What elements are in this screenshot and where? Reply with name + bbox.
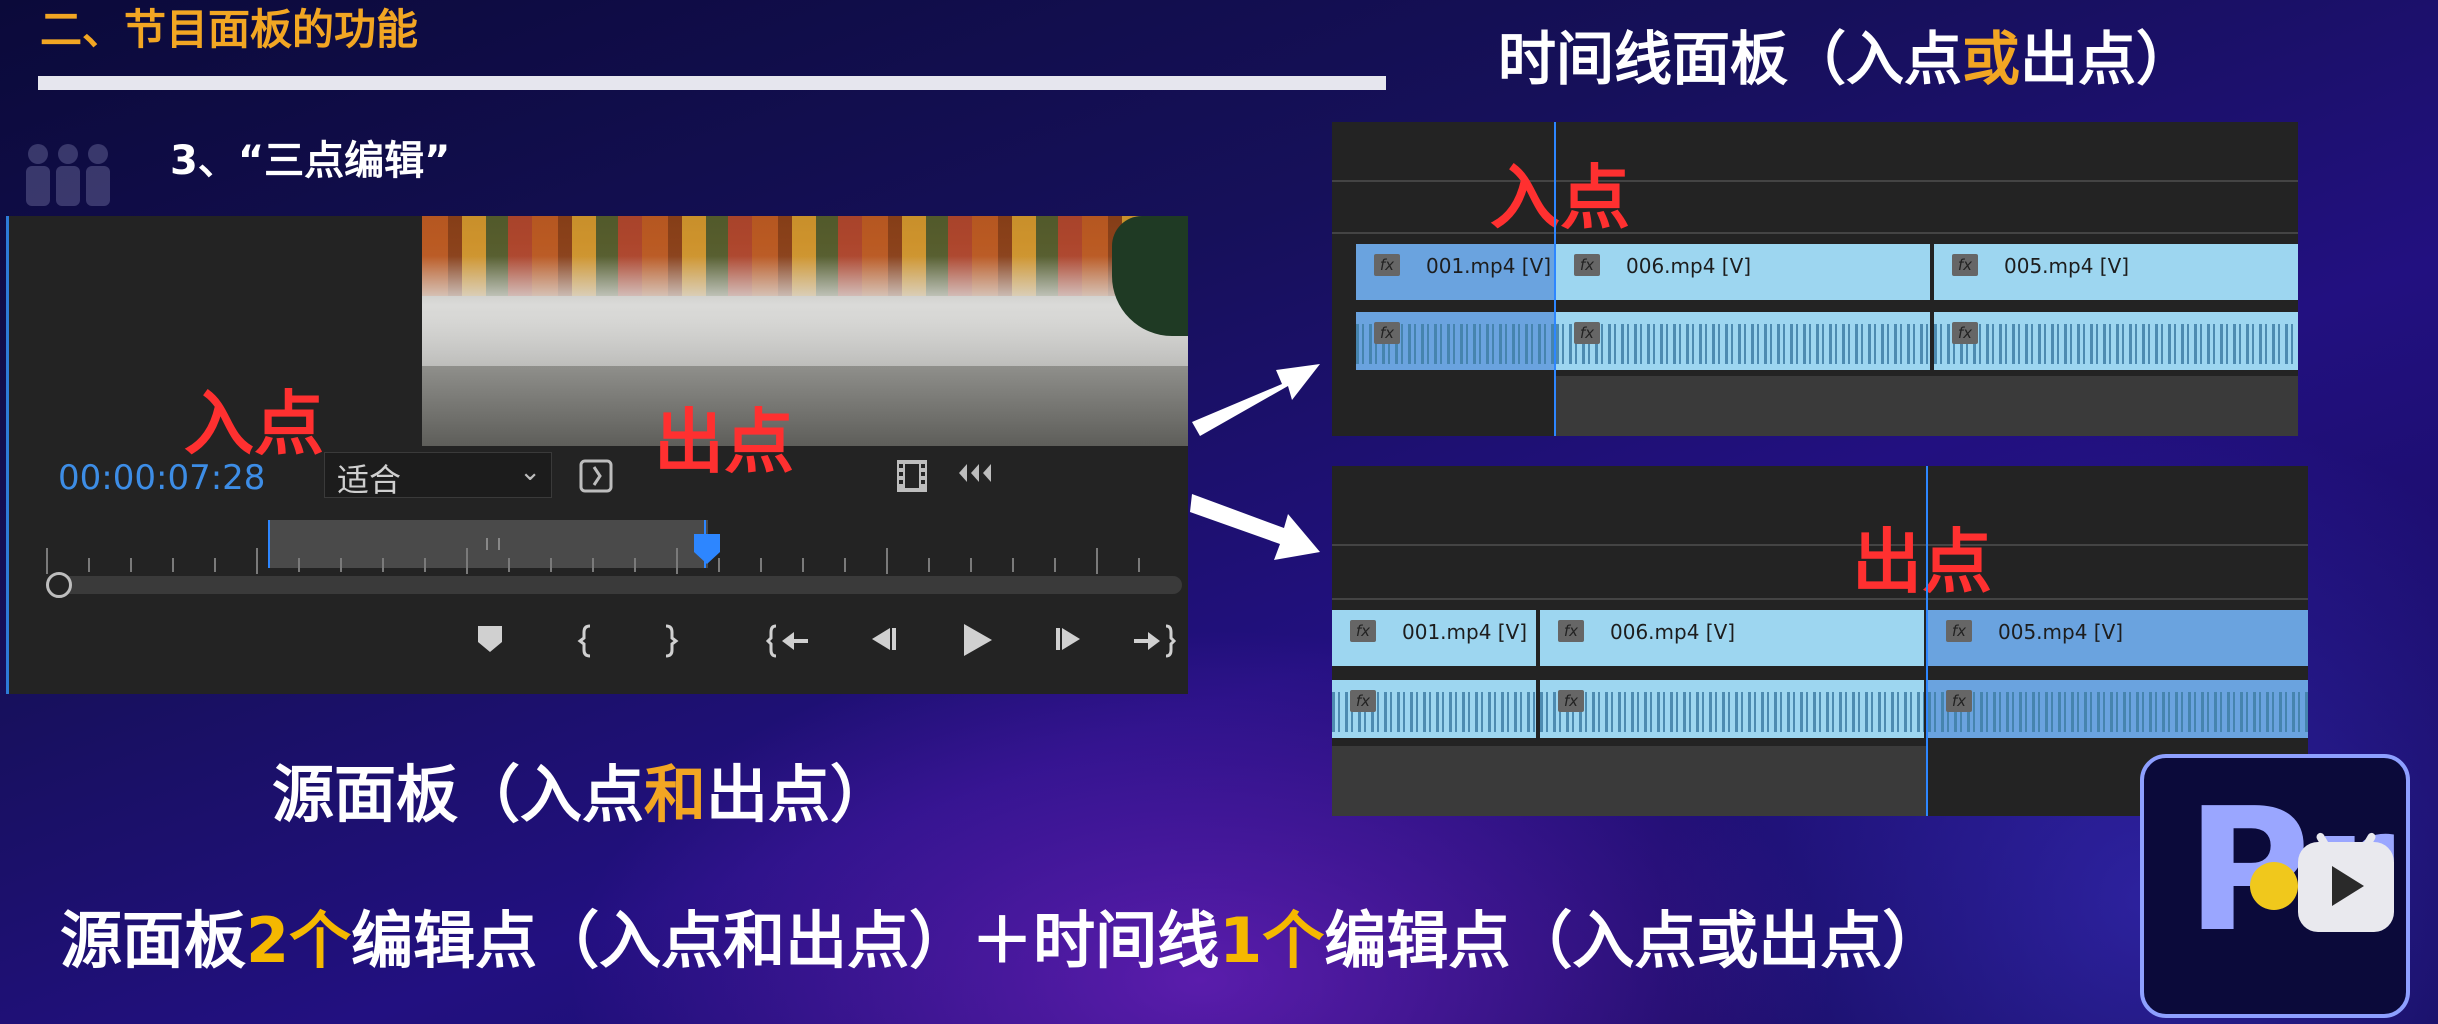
play-icon[interactable] <box>954 620 998 664</box>
summary-part-3: 编辑点（入点或出点） <box>1324 904 1945 977</box>
preview-water <box>422 366 1188 446</box>
logo-dot <box>2250 862 2298 910</box>
time-ruler[interactable] <box>36 536 1186 576</box>
step-back-icon[interactable] <box>860 624 904 664</box>
audio-waveform-icon[interactable] <box>954 458 998 498</box>
clip-name: 005.mp4 [V] <box>2004 254 2130 278</box>
fx-badge: fx <box>1946 620 1972 642</box>
empty-track-area <box>1332 746 1926 816</box>
empty-track-area <box>1556 376 2298 436</box>
subtitle: 3、“三点编辑” <box>170 138 451 184</box>
fx-badge: fx <box>1350 620 1376 642</box>
summary-part-1: 源面板 <box>60 904 247 977</box>
arrow-to-top-timeline-icon <box>1192 364 1320 436</box>
preview-mist <box>422 256 1188 366</box>
timeline-out-label: 出点 <box>1852 521 1992 603</box>
timeline-heading-pre: 时间线面板（入点 <box>1498 25 1963 93</box>
fx-badge: fx <box>1374 322 1400 344</box>
timeline-heading: 时间线面板（入点或出点） <box>1498 12 2194 96</box>
bilibili-play-icon[interactable] <box>2298 831 2394 932</box>
chevron-down-icon: ⌄ <box>519 457 541 487</box>
video-clip-006[interactable]: fx 006.mp4 [V] <box>1540 610 1924 666</box>
zoom-scroll-handle[interactable] <box>46 572 72 598</box>
clip-name: 006.mp4 [V] <box>1626 254 1752 278</box>
arrow-to-bottom-timeline-icon <box>1190 494 1320 560</box>
clip-name: 006.mp4 [V] <box>1610 620 1736 644</box>
video-preview <box>422 216 1188 446</box>
zoom-select[interactable]: 适合 ⌄ <box>324 452 552 499</box>
film-icon[interactable] <box>892 458 932 498</box>
fx-badge: fx <box>1558 690 1584 712</box>
step-forward-icon[interactable] <box>1048 624 1092 664</box>
fx-badge: fx <box>1350 690 1376 712</box>
fx-badge: fx <box>1374 254 1400 276</box>
audio-clip-005[interactable]: fx <box>1928 680 2308 738</box>
summary-highlight-1: 2个 <box>246 904 352 977</box>
video-clip-005[interactable]: fx 005.mp4 [V] <box>1928 610 2308 666</box>
source-heading-highlight: 和 <box>644 758 707 831</box>
marker-icon[interactable] <box>470 624 510 664</box>
summary-part-2: 编辑点（入点和出点）＋时间线 <box>351 904 1220 977</box>
zoom-scrollbar[interactable] <box>50 576 1182 594</box>
mark-in-icon[interactable] <box>566 624 606 664</box>
clip-name: 001.mp4 [V] <box>1402 620 1528 644</box>
source-heading-pre: 源面板（入点 <box>272 758 645 831</box>
mark-out-icon[interactable] <box>650 624 690 664</box>
video-clip-001[interactable]: fx 001.mp4 [V] <box>1332 610 1536 666</box>
fx-badge: fx <box>1952 254 1978 276</box>
source-monitor-panel: 入点 出点 00:00:07:28 适合 ⌄ <box>6 216 1188 694</box>
in-point-label: 入点 <box>184 383 324 465</box>
go-to-in-icon[interactable] <box>764 624 814 664</box>
export-frame-icon[interactable] <box>576 458 616 498</box>
clip-name: 001.mp4 [V] <box>1426 254 1552 278</box>
zoom-value: 适合 <box>337 461 402 499</box>
audio-clip-006[interactable]: fx <box>1556 312 1930 370</box>
fx-badge: fx <box>1946 690 1972 712</box>
timeline-panel-top: 入点 fx 001.mp4 [V] fx 006.mp4 [V] fx 005.… <box>1332 122 2298 436</box>
source-heading-post: 出点） <box>706 758 893 831</box>
video-clip-001[interactable]: fx 001.mp4 [V] <box>1356 244 1554 300</box>
title-underline <box>38 76 1386 90</box>
summary-line: 源面板2个编辑点（入点和出点）＋时间线1个编辑点（入点或出点） <box>60 890 1944 980</box>
go-to-out-icon[interactable] <box>1128 624 1178 664</box>
timeline-playhead[interactable] <box>1554 122 1556 436</box>
timeline-playhead[interactable] <box>1926 466 1928 816</box>
audio-clip-006[interactable]: fx <box>1540 680 1924 738</box>
summary-highlight-2: 1个 <box>1219 904 1325 977</box>
panel-focus-edge <box>6 216 9 694</box>
fx-badge: fx <box>1574 254 1600 276</box>
timeline-in-label: 入点 <box>1490 157 1630 239</box>
audio-clip-001[interactable]: fx <box>1332 680 1536 738</box>
video-clip-005[interactable]: fx 005.mp4 [V] <box>1934 244 2298 300</box>
timeline-heading-highlight: 或 <box>1962 25 2021 93</box>
video-clip-006[interactable]: fx 006.mp4 [V] <box>1556 244 1930 300</box>
out-point-label: 出点 <box>654 401 794 483</box>
fx-badge: fx <box>1558 620 1584 642</box>
people-icon <box>26 144 110 206</box>
audio-clip-005[interactable]: fx <box>1934 312 2298 370</box>
timecode-display[interactable]: 00:00:07:28 <box>58 458 265 498</box>
clip-name: 005.mp4 [V] <box>1998 620 2124 644</box>
timeline-heading-post: 出点） <box>2020 25 2195 93</box>
source-heading: 源面板（入点和出点） <box>272 744 892 834</box>
fx-badge: fx <box>1574 322 1600 344</box>
audio-clip-001[interactable]: fx <box>1356 312 1554 370</box>
fx-badge: fx <box>1952 322 1978 344</box>
section-title: 二、节目面板的功能 <box>40 5 419 54</box>
